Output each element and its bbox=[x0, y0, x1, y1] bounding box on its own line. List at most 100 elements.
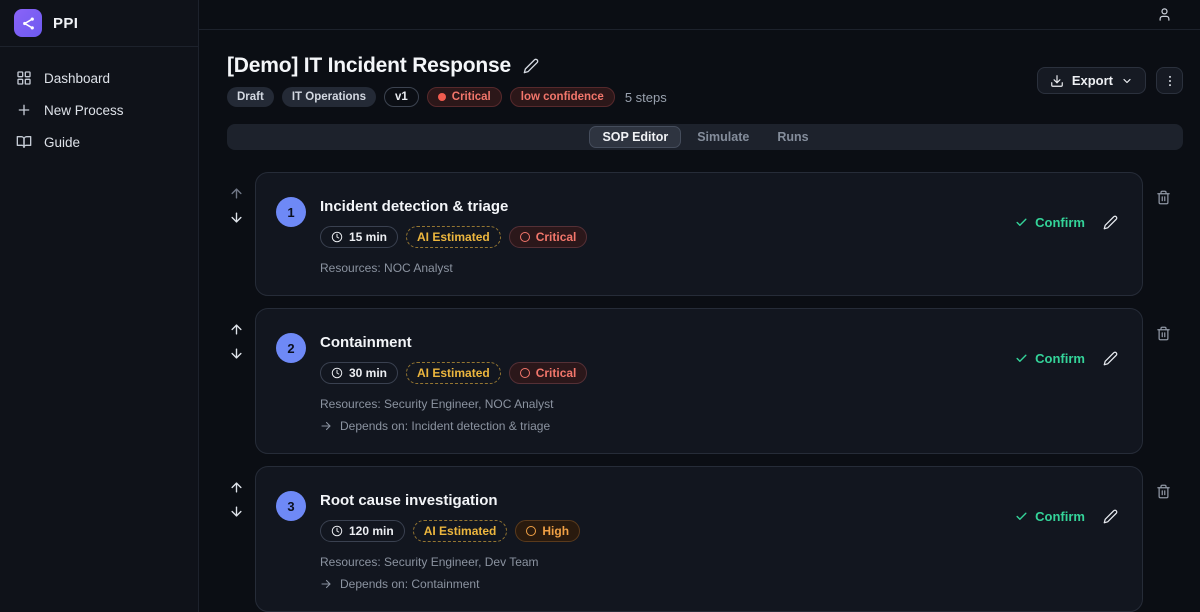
step-row: 3 Root cause investigation 120 min bbox=[227, 466, 1183, 612]
title-block: [Demo] IT Incident Response Draft IT Ope… bbox=[227, 54, 667, 107]
confidence-badge: low confidence bbox=[510, 87, 615, 107]
arrow-right-icon bbox=[320, 420, 332, 432]
dashboard-grid-icon bbox=[16, 70, 32, 86]
sidebar-item-dashboard[interactable]: Dashboard bbox=[0, 62, 198, 94]
badge-row: Draft IT Operations v1 Critical low conf… bbox=[227, 87, 667, 107]
alert-circle-icon bbox=[520, 232, 530, 242]
trash-column bbox=[1143, 466, 1183, 612]
duration-badge: 120 min bbox=[320, 520, 405, 542]
sidebar: PPI Dashboard New Process bbox=[0, 0, 199, 612]
page-title: [Demo] IT Incident Response bbox=[227, 54, 511, 78]
move-up-button[interactable] bbox=[229, 480, 244, 495]
reorder-controls bbox=[227, 466, 245, 612]
app-logo[interactable]: PPI bbox=[0, 0, 198, 47]
duration-badge: 30 min bbox=[320, 362, 398, 384]
pencil-icon bbox=[1103, 215, 1118, 230]
reorder-controls bbox=[227, 172, 245, 296]
ai-estimated-badge: AI Estimated bbox=[406, 362, 501, 384]
topbar bbox=[199, 0, 1200, 30]
arrow-right-icon bbox=[320, 578, 332, 590]
confirm-button[interactable]: Confirm bbox=[1015, 215, 1085, 230]
trash-icon bbox=[1156, 326, 1171, 342]
ai-estimated-badge: AI Estimated bbox=[413, 520, 508, 542]
check-icon bbox=[1015, 510, 1028, 523]
step-badges: 15 min AI Estimated Critical bbox=[320, 226, 587, 248]
tab-simulate[interactable]: Simulate bbox=[685, 126, 761, 148]
step-severity-badge: High bbox=[515, 520, 580, 542]
share-network-icon bbox=[14, 9, 42, 37]
edit-step-button[interactable] bbox=[1103, 215, 1118, 230]
step-number: 3 bbox=[276, 491, 306, 521]
sidebar-item-guide[interactable]: Guide bbox=[0, 126, 198, 158]
status-badge: Draft bbox=[227, 87, 274, 107]
more-options-button[interactable] bbox=[1156, 67, 1183, 94]
move-up-button[interactable] bbox=[229, 186, 244, 201]
confirm-button[interactable]: Confirm bbox=[1015, 509, 1085, 524]
process-header: [Demo] IT Incident Response Draft IT Ope… bbox=[227, 54, 1183, 107]
step-title: Incident detection & triage bbox=[320, 198, 587, 215]
steps-count: 5 steps bbox=[625, 90, 667, 105]
download-icon bbox=[1050, 74, 1064, 88]
export-button[interactable]: Export bbox=[1037, 67, 1146, 94]
check-icon bbox=[1015, 352, 1028, 365]
step-dependency: Depends on: Containment bbox=[320, 577, 580, 591]
trash-column bbox=[1143, 308, 1183, 454]
tab-runs[interactable]: Runs bbox=[765, 126, 820, 148]
clock-icon bbox=[331, 525, 343, 537]
sidebar-item-label: New Process bbox=[44, 103, 124, 118]
step-row: 2 Containment 30 min AI Estimat bbox=[227, 308, 1183, 454]
duration-badge: 15 min bbox=[320, 226, 398, 248]
pencil-icon bbox=[1103, 351, 1118, 366]
move-down-button[interactable] bbox=[229, 504, 244, 519]
check-icon bbox=[1015, 216, 1028, 229]
edit-step-button[interactable] bbox=[1103, 351, 1118, 366]
move-down-button[interactable] bbox=[229, 210, 244, 225]
step-title: Root cause investigation bbox=[320, 492, 580, 509]
confirm-button[interactable]: Confirm bbox=[1015, 351, 1085, 366]
reorder-controls bbox=[227, 308, 245, 454]
tab-sop-editor[interactable]: SOP Editor bbox=[589, 126, 681, 148]
step-dependency: Depends on: Incident detection & triage bbox=[320, 419, 587, 433]
kebab-menu-icon bbox=[1163, 74, 1177, 88]
steps-list: 1 Incident detection & triage 15 min bbox=[227, 172, 1183, 612]
step-actions: Confirm bbox=[1015, 351, 1118, 366]
export-label: Export bbox=[1072, 73, 1113, 88]
trash-icon bbox=[1156, 484, 1171, 500]
sidebar-item-label: Dashboard bbox=[44, 71, 110, 86]
main-area: [Demo] IT Incident Response Draft IT Ope… bbox=[199, 0, 1200, 612]
sidebar-item-new-process[interactable]: New Process bbox=[0, 94, 198, 126]
step-card: 1 Incident detection & triage 15 min bbox=[255, 172, 1143, 296]
severity-dot-icon bbox=[438, 93, 446, 101]
step-resources: Resources: NOC Analyst bbox=[320, 261, 587, 275]
step-severity-badge: Critical bbox=[509, 226, 588, 248]
clock-icon bbox=[331, 231, 343, 243]
severity-badge: Critical bbox=[427, 87, 502, 107]
sidebar-nav: Dashboard New Process Guide bbox=[0, 47, 198, 158]
clock-icon bbox=[331, 367, 343, 379]
step-badges: 30 min AI Estimated Critical bbox=[320, 362, 587, 384]
step-number: 1 bbox=[276, 197, 306, 227]
delete-step-button[interactable] bbox=[1156, 484, 1171, 500]
trash-column bbox=[1143, 172, 1183, 296]
move-up-button[interactable] bbox=[229, 322, 244, 337]
delete-step-button[interactable] bbox=[1156, 190, 1171, 206]
pencil-icon bbox=[1103, 509, 1118, 524]
user-icon[interactable] bbox=[1153, 3, 1176, 26]
step-card: 2 Containment 30 min AI Estimat bbox=[255, 308, 1143, 454]
sidebar-item-label: Guide bbox=[44, 135, 80, 150]
edit-step-button[interactable] bbox=[1103, 509, 1118, 524]
step-number: 2 bbox=[276, 333, 306, 363]
edit-title-icon[interactable] bbox=[523, 58, 539, 74]
trash-icon bbox=[1156, 190, 1171, 206]
app-name: PPI bbox=[53, 15, 78, 32]
step-card: 3 Root cause investigation 120 min bbox=[255, 466, 1143, 612]
move-down-button[interactable] bbox=[229, 346, 244, 361]
version-badge: v1 bbox=[384, 87, 419, 107]
delete-step-button[interactable] bbox=[1156, 326, 1171, 342]
content: [Demo] IT Incident Response Draft IT Ope… bbox=[199, 30, 1200, 612]
chevron-down-icon bbox=[1121, 75, 1133, 87]
step-row: 1 Incident detection & triage 15 min bbox=[227, 172, 1183, 296]
header-actions: Export bbox=[1037, 67, 1183, 94]
step-resources: Resources: Security Engineer, NOC Analys… bbox=[320, 397, 587, 411]
step-badges: 120 min AI Estimated High bbox=[320, 520, 580, 542]
